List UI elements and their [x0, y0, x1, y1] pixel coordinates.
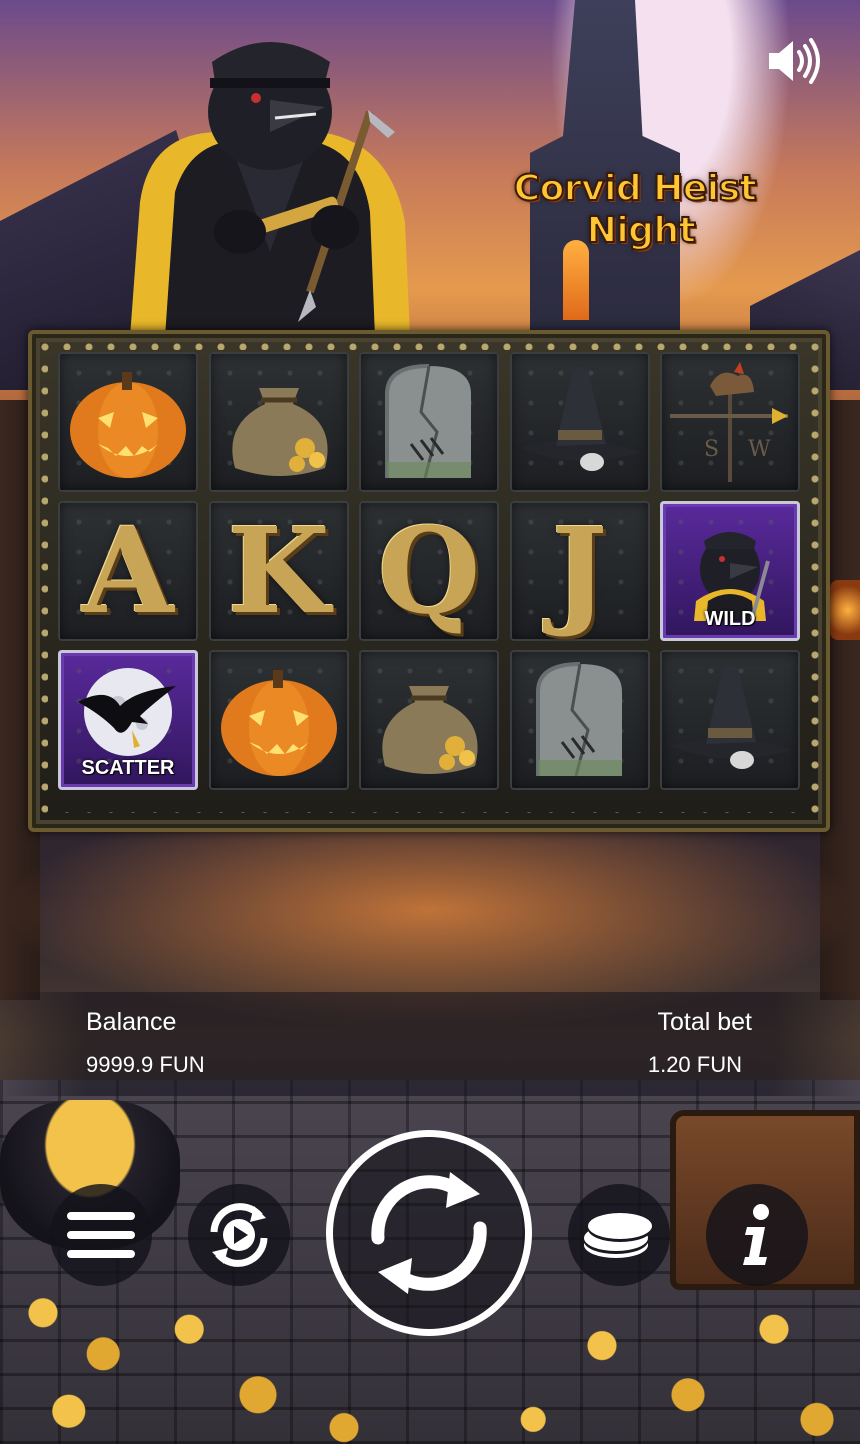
spin-arrows-icon — [371, 1172, 487, 1294]
hamburger-menu-icon — [67, 1212, 135, 1258]
symbol-witch-hat — [519, 367, 640, 471]
svg-text:S: S — [704, 437, 719, 462]
bet-button[interactable] — [568, 1184, 670, 1286]
symbol-pumpkin — [70, 372, 186, 478]
reel-cell — [509, 650, 650, 790]
symbol-pumpkin — [220, 670, 337, 776]
reel-frame: S W A K Q J WILD SCATTER — [28, 330, 830, 832]
symbol-gravestone — [535, 662, 622, 777]
reel-cell: SCATTER — [58, 650, 198, 790]
symbol-loot-sack — [382, 686, 478, 774]
symbol-letter-k: K — [227, 501, 330, 640]
autoplay-button[interactable] — [188, 1184, 290, 1286]
spin-button[interactable] — [326, 1130, 532, 1336]
reel-cell: Q — [359, 501, 499, 641]
game-logo: Corvid Heist Night — [510, 167, 760, 258]
symbol-letter-q: Q — [377, 501, 481, 640]
lantern — [830, 580, 860, 640]
scatter-label: SCATTER — [81, 757, 175, 779]
coin-stack-icon — [584, 1213, 652, 1258]
info-button[interactable] — [706, 1184, 808, 1286]
symbol-loot-sack — [231, 388, 328, 476]
reel-cell — [660, 650, 800, 790]
reel-cell: A — [58, 501, 198, 641]
symbol-gravestone — [385, 364, 471, 479]
symbol-weathervane: SW — [670, 362, 788, 482]
symbol-witch-hat — [670, 665, 790, 769]
symbol-letter-a: A — [82, 501, 174, 640]
balance-value: 9999.9 FUN — [86, 1052, 205, 1077]
balance-label: Balance — [86, 1008, 177, 1036]
autoplay-icon — [210, 1203, 268, 1267]
speaker-icon — [769, 38, 820, 84]
total-bet-label: Total bet — [657, 1008, 752, 1036]
info-icon — [743, 1204, 769, 1265]
reel-cell: WILD — [660, 501, 800, 641]
logo-line-1: Corvid Heist — [513, 167, 758, 210]
reel-cell — [359, 650, 499, 790]
reel-cell — [359, 352, 499, 492]
reel-cell — [208, 352, 349, 492]
logo-line-2: Night — [586, 209, 697, 252]
menu-button[interactable] — [50, 1184, 152, 1286]
total-bet-value: 1.20 FUN — [647, 1052, 742, 1077]
reel-cell: SW — [660, 352, 800, 492]
crow-mascot — [130, 42, 410, 337]
reel-cell — [208, 650, 349, 790]
reel-grid: S W A K Q J WILD SCATTER — [58, 352, 800, 810]
sound-toggle-button[interactable] — [762, 34, 826, 88]
wild-label: WILD — [704, 608, 756, 630]
reel-cell — [58, 352, 198, 492]
reel-cell: J — [509, 501, 650, 641]
reel-cell — [509, 352, 650, 492]
symbol-letter-j: J — [551, 501, 608, 640]
svg-text:W: W — [748, 437, 771, 462]
reel-cell: K — [208, 501, 349, 641]
